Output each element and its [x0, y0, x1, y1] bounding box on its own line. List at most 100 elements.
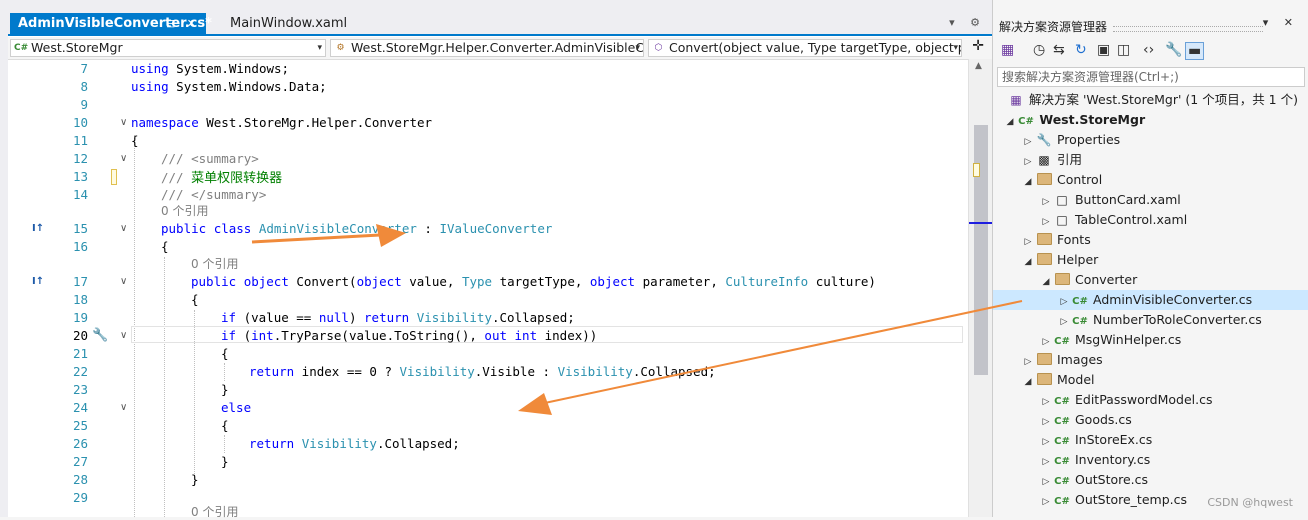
tree-item-fonts[interactable]: ▷ Fonts: [1021, 230, 1091, 250]
expand-arrow-icon[interactable]: ◢: [1021, 252, 1035, 272]
line-number: 11: [72, 133, 88, 148]
csharp-project-icon: C#: [14, 43, 29, 53]
code-line-19: if (value == null) return Visibility.Col…: [221, 310, 575, 325]
tree-item-buttoncard[interactable]: ▷ □ ButtonCard.xaml: [1039, 190, 1181, 210]
tree-item-project[interactable]: ◢ C# West.StoreMgr: [1003, 110, 1146, 132]
code-line-27: }: [221, 454, 229, 469]
implementation-glyph-icon[interactable]: I↑: [32, 223, 44, 234]
vertical-scrollbar[interactable]: ▲: [968, 59, 993, 517]
switch-views-icon[interactable]: ▦: [1001, 42, 1014, 58]
tree-item-instoreex[interactable]: ▷ C# InStoreEx.cs: [1039, 430, 1153, 452]
properties-wrench-icon[interactable]: 🔧: [1165, 42, 1182, 58]
tab-pin-close-icon[interactable]: ⊟ ✕: [166, 13, 200, 34]
member-dropdown[interactable]: ⬡ Convert(object value, Type targetType,…: [648, 39, 962, 57]
panel-title: 解决方案资源管理器: [999, 20, 1108, 34]
collapse-arrow-icon[interactable]: ▷: [1039, 452, 1053, 472]
code-line-12: /// <summary>: [161, 151, 259, 166]
fold-chevron-icon[interactable]: ∨: [120, 276, 127, 287]
history-icon[interactable]: ◷: [1033, 42, 1045, 58]
explorer-search-input[interactable]: 搜索解决方案资源管理器(Ctrl+;): [997, 67, 1305, 87]
line-number: 20: [72, 328, 88, 343]
collapse-arrow-icon[interactable]: ▷: [1039, 392, 1053, 412]
fold-chevron-icon[interactable]: ∨: [120, 330, 127, 341]
class-icon: ⚙: [336, 43, 345, 53]
tree-item-goods[interactable]: ▷ C# Goods.cs: [1039, 410, 1132, 430]
xaml-file-icon: □: [1056, 193, 1068, 207]
code-line-25: {: [221, 418, 229, 433]
code-lens-references[interactable]: 0 个引用: [191, 255, 238, 272]
tree-item-msgwinhelper[interactable]: ▷ C# MsgWinHelper.cs: [1039, 330, 1182, 352]
fold-chevron-icon[interactable]: ∨: [120, 117, 127, 128]
tab-adminvisibleconverter[interactable]: AdminVisibleConverter.cs* ⊟ ✕: [10, 13, 212, 34]
code-line-24: else: [221, 400, 252, 415]
collapse-arrow-icon[interactable]: ▷: [1039, 212, 1053, 232]
tree-item-adminvisibleconverter[interactable]: ▷ C# AdminVisibleConverter.cs: [993, 290, 1308, 310]
line-number: 22: [72, 364, 88, 379]
collapse-arrow-icon[interactable]: ▷: [1039, 192, 1053, 212]
document-tab-bar: AdminVisibleConverter.cs* ⊟ ✕ MainWindow…: [8, 0, 992, 36]
tree-item-outstore[interactable]: ▷ C# OutStore.cs: [1039, 470, 1149, 492]
code-line-28: }: [191, 472, 199, 487]
code-area[interactable]: 7 8 9 10 11 12 13 14 15 16 17 18 19 20 2…: [8, 59, 968, 520]
tree-item-model[interactable]: ◢ Model: [1021, 370, 1095, 390]
fold-chevron-icon[interactable]: ∨: [120, 402, 127, 413]
code-lens-references[interactable]: 0 个引用: [191, 503, 238, 520]
line-number: 13: [72, 169, 88, 184]
collapse-arrow-icon[interactable]: ▷: [1021, 232, 1035, 252]
collapse-arrow-icon[interactable]: ▷: [1039, 492, 1053, 512]
indent-guide: [164, 257, 165, 517]
tree-item-control[interactable]: ◢ Control: [1021, 170, 1103, 192]
tree-item-references[interactable]: ▷ ▩ 引用: [1021, 150, 1082, 170]
scroll-up-icon[interactable]: ▲: [975, 61, 982, 71]
collapse-arrow-icon[interactable]: ▷: [1039, 412, 1053, 432]
tree-item-editpasswordmodel[interactable]: ▷ C# EditPasswordModel.cs: [1039, 390, 1213, 412]
tree-item-helper[interactable]: ◢ Helper: [1021, 250, 1099, 272]
implementation-glyph-icon[interactable]: I↑: [32, 276, 44, 287]
tree-item-properties[interactable]: ▷ 🔧 Properties: [1021, 130, 1121, 152]
tab-mainwindow[interactable]: MainWindow.xaml: [222, 13, 382, 34]
fold-chevron-icon[interactable]: ∨: [120, 223, 127, 234]
collapse-arrow-icon[interactable]: ▷: [1039, 432, 1053, 452]
project-dropdown[interactable]: C# West.StoreMgr ▾: [10, 39, 326, 57]
fold-chevron-icon[interactable]: ∨: [120, 153, 127, 164]
sync-icon[interactable]: ⇆: [1053, 42, 1065, 58]
quick-action-screwdriver-icon[interactable]: 🔧: [92, 328, 108, 343]
code-view-icon[interactable]: ‹›: [1143, 42, 1154, 58]
line-number: 26: [72, 436, 88, 451]
show-all-files-icon[interactable]: ◫: [1117, 42, 1130, 58]
change-marker: [973, 163, 980, 177]
tree-item-converter[interactable]: ◢ Converter: [1039, 270, 1138, 292]
collapse-arrow-icon[interactable]: ▷: [1021, 132, 1035, 152]
tree-item-tablecontrol[interactable]: ▷ □ TableControl.xaml: [1039, 210, 1188, 232]
chevron-down-icon: ▾: [635, 43, 640, 53]
chevron-down-icon: ▾: [953, 43, 958, 53]
collapse-arrow-icon[interactable]: ▷: [1021, 152, 1035, 172]
split-window-icon[interactable]: ✛: [972, 38, 984, 54]
line-number: 12: [72, 151, 88, 166]
code-line-13: /// 菜单权限转换器: [161, 170, 283, 186]
code-line-26: return Visibility.Collapsed;: [249, 436, 460, 451]
collapse-arrow-icon[interactable]: ▷: [1021, 352, 1035, 372]
class-dropdown[interactable]: ⚙ West.StoreMgr.Helper.Converter.AdminVi…: [330, 39, 644, 57]
tab-overflow-icon[interactable]: ▾ ⚙: [949, 16, 986, 29]
expand-arrow-icon[interactable]: ◢: [1021, 172, 1035, 192]
collapse-arrow-icon[interactable]: ▷: [1039, 332, 1053, 352]
refresh-icon[interactable]: ↻: [1075, 42, 1087, 58]
line-number: 15: [72, 221, 88, 236]
expand-arrow-icon[interactable]: ◢: [1021, 372, 1035, 392]
collapse-arrow-icon[interactable]: ▷: [1057, 292, 1071, 312]
tree-item-solution[interactable]: ▦ 解决方案 'West.StoreMgr' (1 个项目，共 1 个): [1007, 90, 1298, 110]
panel-grip[interactable]: [1113, 26, 1263, 32]
tree-item-inventory[interactable]: ▷ C# Inventory.cs: [1039, 450, 1151, 472]
expand-arrow-icon[interactable]: ◢: [1039, 272, 1053, 292]
expand-arrow-icon[interactable]: ◢: [1003, 112, 1017, 132]
collapse-arrow-icon[interactable]: ▷: [1039, 472, 1053, 492]
code-lens-references[interactable]: 0 个引用: [161, 202, 208, 219]
tree-item-outstore-temp[interactable]: ▷ C# OutStore_temp.cs: [1039, 490, 1187, 510]
collapse-all-icon[interactable]: ▣: [1097, 42, 1110, 58]
tree-item-images[interactable]: ▷ Images: [1021, 350, 1103, 370]
tree-item-numbertoroleconverter[interactable]: ▷ C# NumberToRoleConverter.cs: [1057, 310, 1262, 330]
preview-selected-icon[interactable]: ▬: [1185, 42, 1205, 60]
collapse-arrow-icon[interactable]: ▷: [1057, 312, 1071, 332]
panel-options-close-icon[interactable]: ▾ ✕: [1263, 16, 1299, 29]
